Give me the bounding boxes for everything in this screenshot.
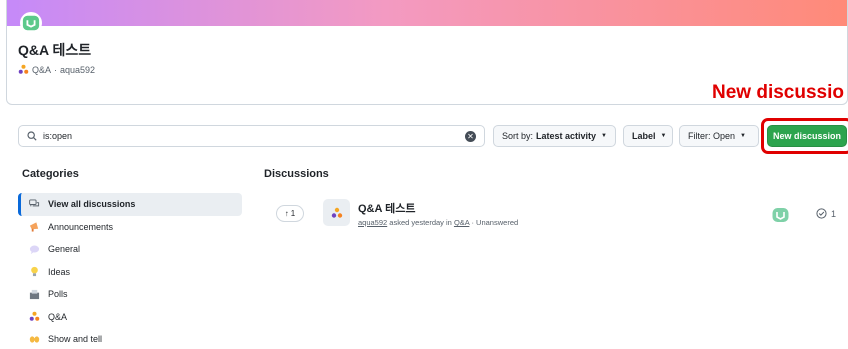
- chevron-down-icon: ▼: [601, 133, 607, 139]
- sidebar-item-label: Show and tell: [48, 334, 103, 345]
- category-name[interactable]: Q&A: [32, 65, 51, 75]
- sort-dropdown[interactable]: Sort by: Latest activity ▼: [493, 125, 616, 147]
- sidebar-item-general[interactable]: General: [18, 238, 242, 261]
- sidebar-item-announcements[interactable]: Announcements: [18, 216, 242, 239]
- label-dropdown[interactable]: Label ▼: [623, 125, 673, 147]
- speech-bubble-icon: [27, 243, 41, 255]
- search-icon: [27, 131, 37, 141]
- meta-text: asked yesterday in: [389, 218, 452, 227]
- discussions-icon: [27, 198, 41, 210]
- raised-hands-icon: [27, 333, 41, 345]
- sidebar-item-show-and-tell[interactable]: Show and tell: [18, 328, 242, 349]
- vote-count: 1: [290, 209, 296, 218]
- label-button-text: Label: [632, 131, 656, 141]
- chevron-down-icon: ▼: [660, 133, 667, 139]
- sidebar-item-label: Ideas: [48, 266, 71, 277]
- qa-icon: [331, 207, 342, 218]
- category-list: View all discussions Announcements Gener…: [18, 193, 242, 349]
- search-box[interactable]: ✕: [18, 125, 485, 147]
- sidebar-item-view-all[interactable]: View all discussions: [18, 193, 242, 216]
- qa-icon: [27, 311, 41, 323]
- upvote-button[interactable]: ↑ 1: [276, 205, 304, 222]
- ballot-box-icon: [27, 288, 41, 300]
- filter-button-text: Filter: Open: [688, 131, 736, 141]
- owner-name[interactable]: aqua592: [60, 65, 95, 75]
- lightbulb-icon: [27, 266, 41, 278]
- separator: ·: [54, 64, 58, 75]
- chevron-down-icon: ▼: [740, 133, 746, 139]
- sort-value: Latest activity: [536, 131, 597, 141]
- sidebar-item-ideas[interactable]: Ideas: [18, 261, 242, 284]
- megaphone-icon: [27, 221, 41, 233]
- clear-search-icon[interactable]: ✕: [465, 130, 476, 142]
- sort-prefix: Sort by:: [502, 131, 534, 141]
- discussion-meta: aqua592 asked yesterday in Q&A · Unanswe…: [358, 218, 518, 227]
- discussion-title-link[interactable]: Q&A 테스트: [358, 200, 415, 216]
- annotation-callout: New discussio: [712, 82, 844, 103]
- author-link[interactable]: aqua592: [358, 218, 387, 227]
- discussions-heading: Discussions: [264, 168, 329, 180]
- search-input[interactable]: [43, 131, 465, 141]
- repo-logo-icon: [20, 12, 42, 34]
- filter-dropdown[interactable]: Filter: Open ▼: [679, 125, 759, 147]
- discussion-category-avatar: [323, 199, 350, 226]
- qa-icon: [18, 64, 29, 75]
- sidebar-item-label: Q&A: [48, 311, 68, 322]
- status-text: · Unanswered: [471, 218, 519, 227]
- sidebar-item-label: View all discussions: [48, 199, 136, 210]
- comment-count: 1: [816, 208, 836, 219]
- page-title: Q&A 테스트: [18, 42, 92, 58]
- comment-count-value: 1: [831, 208, 837, 219]
- annotation-highlight-box: [761, 118, 848, 154]
- check-circle-icon: [816, 208, 827, 219]
- participant-avatar[interactable]: [772, 207, 789, 223]
- categories-heading: Categories: [22, 168, 79, 180]
- arrow-up-icon: ↑: [284, 209, 289, 218]
- sidebar-item-polls[interactable]: Polls: [18, 283, 242, 306]
- sidebar-item-label: General: [48, 244, 81, 255]
- category-link[interactable]: Q&A: [454, 218, 469, 227]
- sidebar-item-qa[interactable]: Q&A: [18, 306, 242, 329]
- sidebar-item-label: Polls: [48, 289, 68, 300]
- category-breadcrumb: Q&A · aqua592: [18, 64, 95, 75]
- sidebar-item-label: Announcements: [48, 221, 114, 232]
